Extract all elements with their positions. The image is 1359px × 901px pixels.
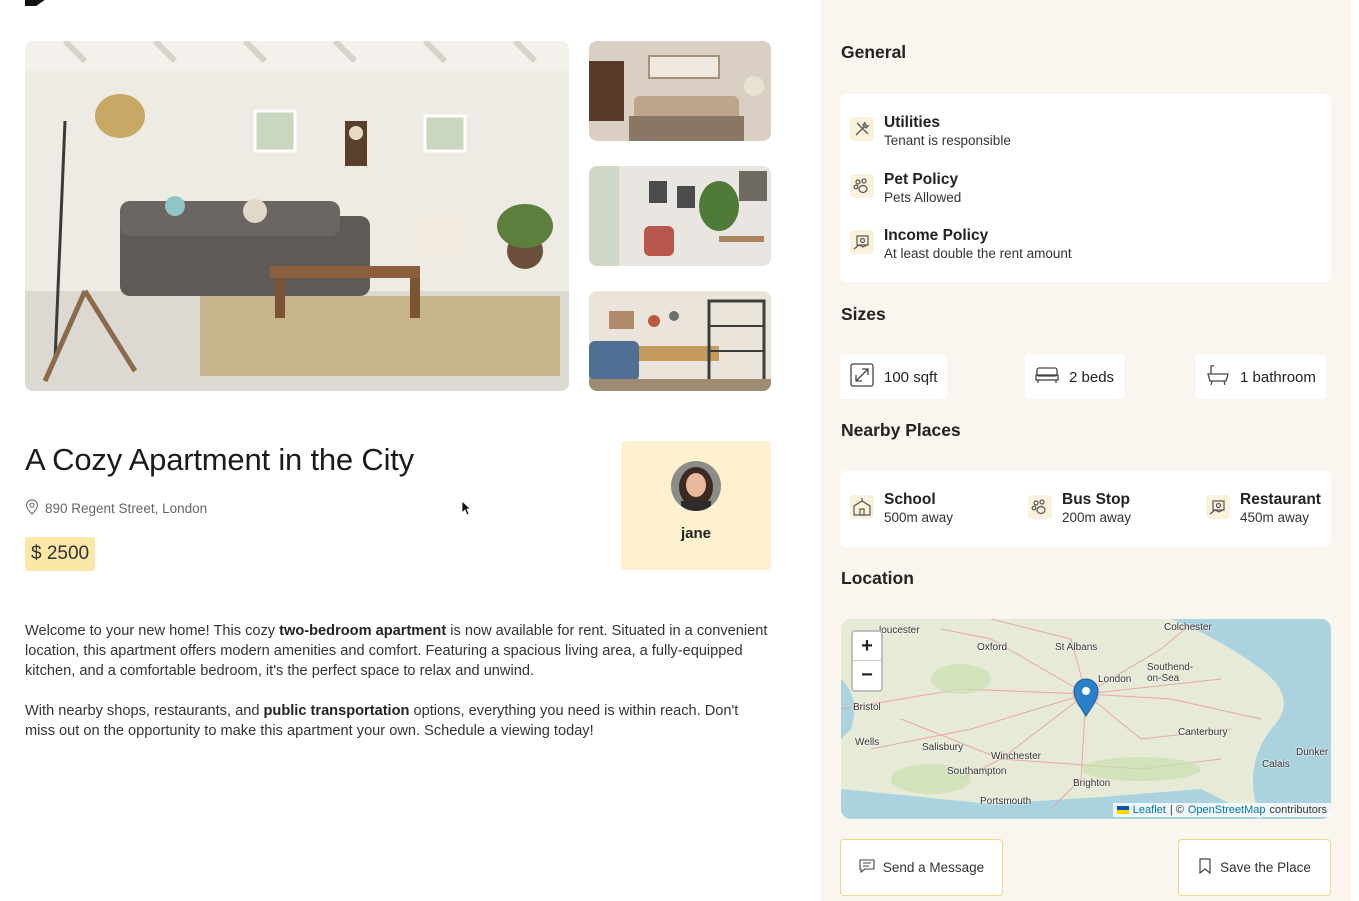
price-badge: $ 2500	[25, 537, 96, 571]
send-message-label: Send a Message	[882, 860, 985, 875]
nearby-title: Bus Stop	[1062, 491, 1131, 508]
general-item-utilities: Utilities Tenant is responsible	[850, 114, 1011, 150]
general-item-title: Income Policy	[884, 227, 989, 244]
general-card: Utilities Tenant is responsible Pet Poli…	[840, 94, 1331, 282]
nearby-distance: 200m away	[1062, 510, 1132, 525]
map-place-label: Southend-on-Sea	[1147, 662, 1194, 684]
bath-icon	[1206, 364, 1230, 390]
general-item-subtitle: Pets Allowed	[884, 190, 962, 205]
school-icon	[850, 495, 874, 519]
logo[interactable]	[25, 0, 53, 6]
general-item-title: Utilities	[884, 114, 940, 131]
thumbnail-living-corner[interactable]	[589, 166, 771, 266]
location-pin-icon	[25, 499, 39, 518]
map-place-label: Bristol	[853, 702, 881, 713]
nearby-item-school: School 500m away	[850, 491, 953, 527]
map-place-label: Portsmouth	[980, 796, 1032, 807]
thumbnail-dining[interactable]	[589, 291, 771, 391]
nearby-section-title: Nearby Places	[841, 420, 961, 440]
chat-icon	[859, 858, 875, 877]
avatar[interactable]	[671, 461, 721, 511]
paw-icon	[1028, 495, 1052, 519]
map-place-label: St Albans	[1055, 642, 1098, 653]
general-section-title: General	[841, 42, 907, 62]
size-chip-area: 100 sqft	[840, 355, 948, 399]
save-place-button[interactable]: Save the Place	[1178, 839, 1331, 896]
map-place-label: Wells	[855, 737, 880, 748]
attribution-suffix: contributors	[1269, 804, 1327, 816]
leaflet-link[interactable]: Leaflet	[1133, 804, 1166, 816]
openstreetmap-link[interactable]: OpenStreetMap	[1188, 804, 1266, 816]
map-zoom-control: + −	[851, 630, 883, 692]
map-place-label: Oxford	[977, 642, 1008, 653]
size-chip-beds: 2 beds	[1025, 355, 1125, 399]
nearby-distance: 500m away	[884, 510, 954, 525]
mouse-cursor-icon	[461, 500, 471, 516]
general-item-subtitle: At least double the rent amount	[884, 246, 1072, 261]
nearby-title: Restaurant	[1240, 491, 1321, 508]
tools-icon	[850, 117, 874, 141]
map-place-label: Brighton	[1073, 778, 1111, 789]
money-icon	[850, 230, 874, 254]
ukraine-flag-icon	[1116, 806, 1129, 814]
nearby-item-bus-stop: Bus Stop 200m away	[1028, 491, 1131, 527]
listing-title: A Cozy Apartment in the City	[25, 442, 414, 477]
sizes-section-title: Sizes	[841, 304, 886, 324]
size-chip-bathroom: 1 bathroom	[1196, 355, 1326, 399]
expand-icon	[850, 363, 874, 391]
general-item-subtitle: Tenant is responsible	[884, 133, 1011, 148]
location-section-title: Location	[841, 568, 914, 588]
zoom-out-button[interactable]: −	[853, 661, 881, 690]
size-label: 1 bathroom	[1240, 368, 1316, 386]
map-place-label: Colchester	[1164, 622, 1212, 633]
send-message-button[interactable]: Send a Message	[840, 839, 1003, 896]
map-place-label: Winchester	[991, 751, 1042, 762]
nearby-title: School	[884, 491, 936, 508]
bookmark-icon	[1198, 858, 1212, 877]
thumbnail-bedroom[interactable]	[589, 41, 771, 141]
map-place-label: Canterbury	[1178, 727, 1228, 738]
main-photo[interactable]	[25, 41, 569, 391]
description-paragraph-1: Welcome to your new home! This cozy two-…	[25, 623, 768, 679]
map-place-label: Salisbury	[922, 742, 964, 753]
restaurant-icon	[1206, 495, 1230, 519]
zoom-in-button[interactable]: +	[853, 632, 881, 661]
general-item-title: Pet Policy	[884, 171, 959, 188]
attribution-separator: | ©	[1169, 804, 1184, 816]
general-item-income-policy: Income Policy At least double the rent a…	[850, 227, 1072, 263]
general-item-pet-policy: Pet Policy Pets Allowed	[850, 171, 961, 207]
nearby-card: School 500m away Bus Stop 200m away Rest…	[840, 471, 1331, 547]
map-place-label: loucester	[879, 625, 920, 636]
map-place-label: Southampton	[947, 766, 1007, 777]
paw-icon	[850, 174, 874, 198]
host-name: jane	[680, 525, 711, 542]
map-place-label: London	[1098, 674, 1132, 685]
host-card[interactable]: jane	[621, 441, 771, 570]
bed-icon	[1035, 365, 1059, 389]
address-text: 890 Regent Street, London	[45, 501, 208, 516]
nearby-item-restaurant: Restaurant 450m away	[1206, 491, 1321, 527]
map-attribution: Leaflet | © OpenStreetMap contributors	[1112, 803, 1331, 817]
size-label: 100 sqft	[884, 368, 938, 386]
description-paragraph-2: With nearby shops, restaurants, and publ…	[25, 703, 739, 739]
map-place-label: Dunker	[1296, 747, 1329, 758]
size-label: 2 beds	[1069, 368, 1115, 386]
nearby-distance: 450m away	[1240, 510, 1310, 525]
save-place-label: Save the Place	[1220, 860, 1311, 875]
listing-address: 890 Regent Street, London	[25, 499, 207, 518]
map-place-label: Calais	[1262, 759, 1290, 770]
